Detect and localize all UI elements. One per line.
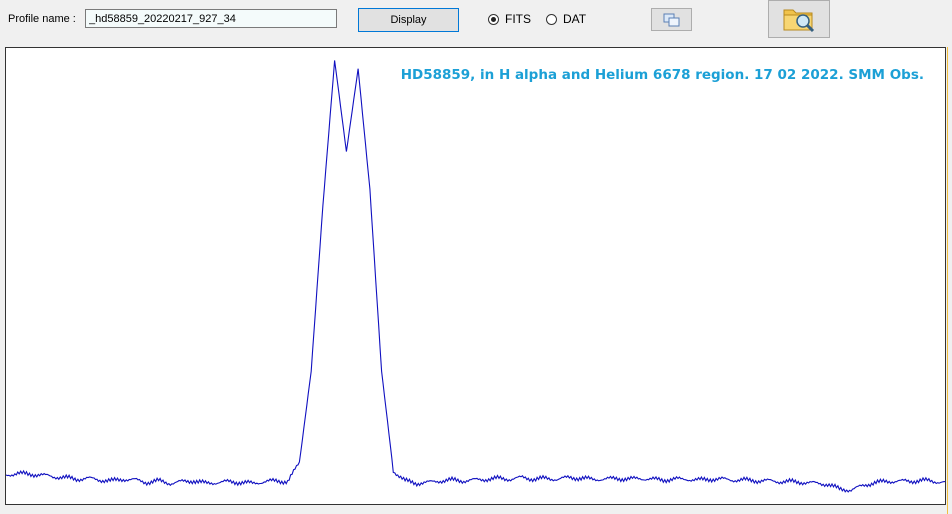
spectrum-chart	[6, 60, 945, 493]
spectrum-plot[interactable]: HD58859, in H alpha and Helium 6678 regi…	[5, 47, 946, 505]
open-file-button[interactable]	[768, 0, 830, 38]
radio-dat[interactable]: DAT	[546, 12, 586, 26]
radio-dat-circle[interactable]	[546, 13, 557, 25]
radio-dat-label: DAT	[563, 12, 587, 26]
profile-name-input[interactable]	[85, 9, 337, 28]
plot-title: HD58859, in H alpha and Helium 6678 regi…	[400, 67, 924, 83]
radio-fits[interactable]: FITS	[488, 12, 531, 26]
display-button[interactable]: Display	[358, 8, 459, 32]
copy-button[interactable]	[651, 8, 692, 31]
folder-search-icon	[783, 9, 815, 33]
copy-icon	[663, 13, 679, 26]
spectrum-series-line	[6, 60, 945, 493]
window-edge	[947, 47, 948, 514]
radio-fits-label: FITS	[505, 12, 531, 26]
profile-name-label: Profile name :	[8, 13, 76, 25]
radio-fits-circle[interactable]	[488, 13, 499, 25]
